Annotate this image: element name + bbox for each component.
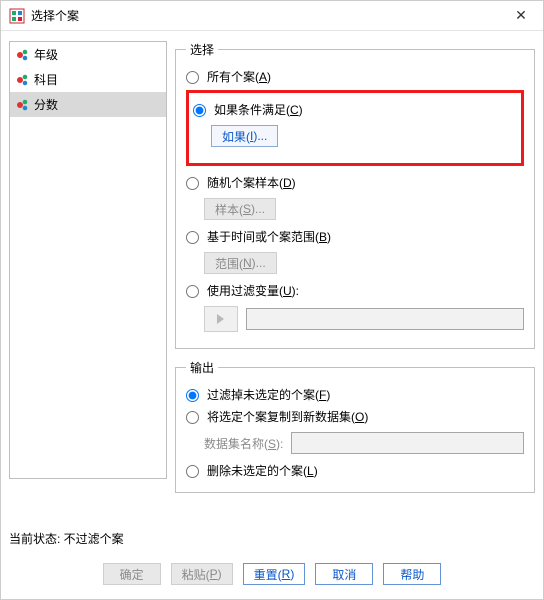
- dataset-name-label: 数据集名称(S):: [204, 435, 283, 452]
- radio-range[interactable]: [186, 231, 199, 244]
- opt-filter-variable[interactable]: 使用过滤变量(U):: [186, 280, 524, 302]
- filter-variable-input: [246, 308, 524, 330]
- variable-item[interactable]: 分数: [10, 92, 166, 117]
- sample-button: 样本(S)...: [204, 198, 276, 220]
- variable-item[interactable]: 科目: [10, 67, 166, 92]
- range-button: 范围(N)...: [204, 252, 277, 274]
- opt-all-cases[interactable]: 所有个案(A): [186, 66, 524, 88]
- variable-label: 科目: [34, 71, 58, 88]
- select-group: 选择 所有个案(A) 如果条件满足(C) 如果(I)...: [175, 41, 535, 349]
- nominal-icon: [16, 73, 30, 87]
- opt-delete[interactable]: 删除未选定的个案(L): [186, 460, 524, 482]
- select-legend: 选择: [186, 41, 218, 58]
- radio-delete[interactable]: [186, 465, 199, 478]
- opt-if-condition[interactable]: 如果条件满足(C): [193, 99, 517, 121]
- opt-filter-out[interactable]: 过滤掉未选定的个案(F): [186, 384, 524, 406]
- if-button[interactable]: 如果(I)...: [211, 125, 278, 147]
- variable-label: 年级: [34, 46, 58, 63]
- arrow-right-icon: [214, 312, 228, 326]
- variable-label: 分数: [34, 96, 58, 113]
- reset-button[interactable]: 重置(R): [243, 563, 306, 585]
- nominal-icon: [16, 48, 30, 62]
- paste-button: 粘贴(P): [171, 563, 233, 585]
- dialog-body: 年级 科目 分数 选择 所有个案(A): [1, 31, 543, 524]
- title-bar: 选择个案 ✕: [1, 1, 543, 31]
- radio-random[interactable]: [186, 177, 199, 190]
- button-bar: 确定 粘贴(P) 重置(R) 取消 帮助: [1, 551, 543, 599]
- right-pane: 选择 所有个案(A) 如果条件满足(C) 如果(I)...: [175, 41, 535, 524]
- opt-random-sample[interactable]: 随机个案样本(D): [186, 172, 524, 194]
- nominal-icon: [16, 98, 30, 112]
- dataset-name-input: [291, 432, 524, 454]
- window-title: 选择个案: [31, 7, 507, 24]
- opt-range[interactable]: 基于时间或个案范围(B): [186, 226, 524, 248]
- app-icon: [9, 8, 25, 24]
- variable-list[interactable]: 年级 科目 分数: [9, 41, 167, 479]
- highlight-box: 如果条件满足(C) 如果(I)...: [186, 90, 524, 166]
- radio-filter-out[interactable]: [186, 389, 199, 402]
- move-variable-button: [204, 306, 238, 332]
- output-legend: 输出: [186, 359, 218, 376]
- dialog-window: 选择个案 ✕ 年级 科目 分数 选择 所有个案(A): [0, 0, 544, 600]
- radio-filter[interactable]: [186, 285, 199, 298]
- variable-item[interactable]: 年级: [10, 42, 166, 67]
- radio-all[interactable]: [186, 71, 199, 84]
- help-button[interactable]: 帮助: [383, 563, 441, 585]
- output-group: 输出 过滤掉未选定的个案(F) 将选定个案复制到新数据集(O) 数据集名称(S)…: [175, 359, 535, 493]
- status-text: 当前状态: 不过滤个案: [1, 524, 543, 551]
- ok-button: 确定: [103, 563, 161, 585]
- cancel-button[interactable]: 取消: [315, 563, 373, 585]
- radio-copy[interactable]: [186, 411, 199, 424]
- radio-if[interactable]: [193, 104, 206, 117]
- opt-copy-dataset[interactable]: 将选定个案复制到新数据集(O): [186, 406, 524, 428]
- close-button[interactable]: ✕: [507, 7, 535, 24]
